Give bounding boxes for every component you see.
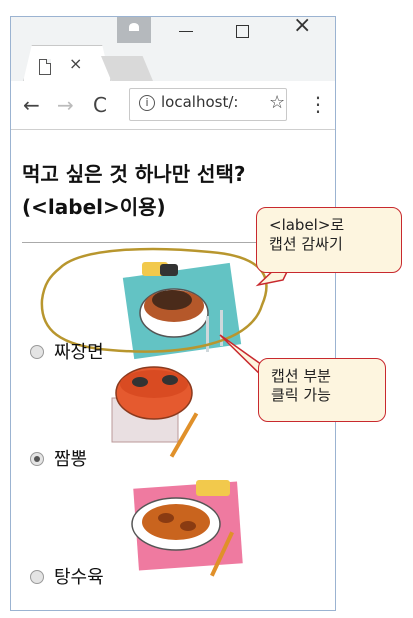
callout-line: <label>로 <box>269 216 345 234</box>
callout-caption-click: 캡션 부분 클릭 가능 <box>258 358 386 422</box>
callout-line: 클릭 가능 <box>271 386 331 404</box>
jjamppong-image[interactable] <box>111 366 199 458</box>
callout-label-wrap: <label>로 캡션 감싸기 <box>256 207 402 273</box>
tangsuyuk-image[interactable] <box>131 480 243 577</box>
radio-jjamppong[interactable] <box>30 452 44 466</box>
option-label[interactable]: 짜장면 <box>54 338 104 364</box>
illustrations <box>40 244 301 577</box>
jajangmyeon-image[interactable] <box>122 262 242 360</box>
option-label[interactable]: 탕수육 <box>54 563 104 589</box>
radio-jajangmyeon[interactable] <box>30 345 44 359</box>
option-label[interactable]: 짬뽕 <box>54 445 87 471</box>
callout-line: 캡션 부분 <box>271 367 331 385</box>
callout-line: 캡션 감싸기 <box>269 235 343 253</box>
radio-tangsuyuk[interactable] <box>30 570 44 584</box>
